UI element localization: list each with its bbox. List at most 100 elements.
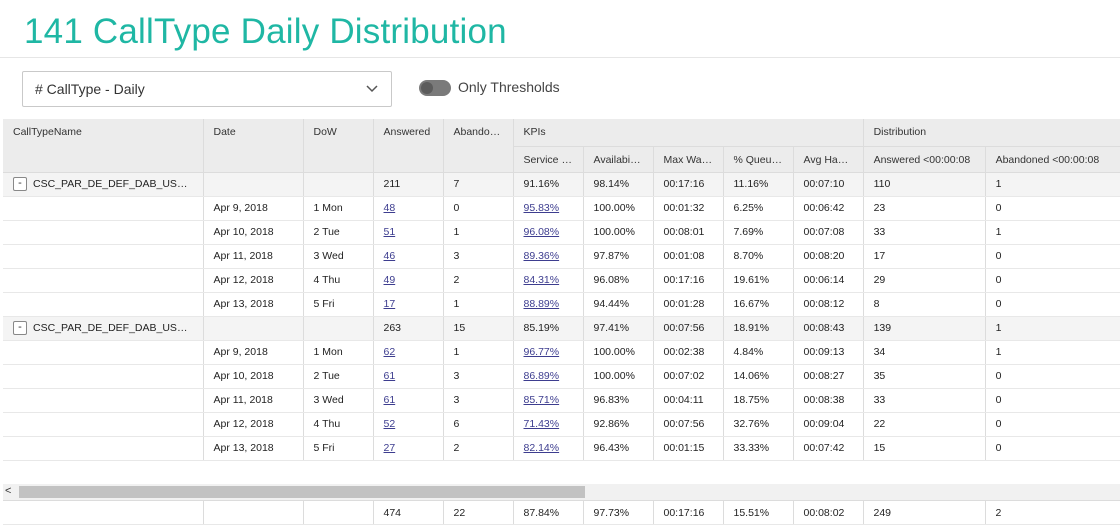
row-availability: 96.08% — [583, 268, 654, 293]
row-service-level-link[interactable]: 88.89% — [524, 298, 560, 310]
chevron-down-icon — [366, 85, 378, 93]
row-service-level: 82.14% — [513, 436, 584, 461]
header-queued[interactable]: % Queued — [723, 146, 794, 173]
row-date: Apr 9, 2018 — [203, 196, 304, 221]
row-service-level-link[interactable]: 95.83% — [524, 202, 560, 214]
header-calltypename[interactable]: CallTypeName — [3, 119, 204, 173]
row-service-level-link[interactable]: 85.71% — [524, 394, 560, 406]
row-max-wait: 00:01:15 — [653, 436, 724, 461]
row-service-level-link[interactable]: 71.43% — [524, 418, 560, 430]
totals-dow — [303, 500, 374, 525]
row-dow: 5 Fri — [303, 436, 374, 461]
header-max-wait[interactable]: Max Wait ... — [653, 146, 724, 173]
row-answered-link[interactable]: 62 — [384, 346, 396, 358]
row-answered-dist: 34 — [863, 340, 986, 365]
row-dow: 5 Fri — [303, 292, 374, 317]
row-max-wait: 00:01:32 — [653, 196, 724, 221]
row-service-level: 88.89% — [513, 292, 584, 317]
group-queued: 18.91% — [723, 316, 794, 341]
row-answered-dist: 15 — [863, 436, 986, 461]
table-row: Apr 11, 2018 3 Wed 61 3 85.71% 96.83% 00:04:11… — [3, 388, 1120, 413]
header-service-level[interactable]: Service Le... — [513, 146, 584, 173]
row-service-level-link[interactable]: 86.89% — [524, 370, 560, 382]
row-avg-handle: 00:08:38 — [793, 388, 864, 413]
totals-abandoned: 22 — [443, 500, 514, 525]
row-queued: 33.33% — [723, 436, 794, 461]
totals-name — [3, 500, 204, 525]
row-answered-dist: 22 — [863, 412, 986, 437]
totals-max-wait: 00:17:16 — [653, 500, 724, 525]
header-answered[interactable]: Answered — [373, 119, 444, 173]
row-avg-handle: 00:07:08 — [793, 220, 864, 245]
group-abandoned: 7 — [443, 172, 514, 197]
header-dow[interactable]: DoW — [303, 119, 374, 173]
group-name-cell: - CSC_PAR_DE_DEF_DAB_US2_SL — [3, 316, 204, 341]
group-abandoned: 15 — [443, 316, 514, 341]
row-abandoned: 3 — [443, 388, 514, 413]
toggle-knob — [421, 82, 433, 94]
row-answered: 49 — [373, 268, 444, 293]
row-answered-link[interactable]: 51 — [384, 226, 396, 238]
title-bar: 141 CallType Daily Distribution — [0, 0, 1120, 58]
header-abandoned[interactable]: Abandoned — [443, 119, 514, 173]
row-service-level-link[interactable]: 89.36% — [524, 250, 560, 262]
row-abandoned: 1 — [443, 292, 514, 317]
group-max-wait: 00:07:56 — [653, 316, 724, 341]
table-row: Apr 13, 2018 5 Fri 27 2 82.14% 96.43% 00:01:15… — [3, 436, 1120, 461]
row-answered-link[interactable]: 48 — [384, 202, 396, 214]
row-name — [3, 292, 204, 317]
horizontal-scrollbar[interactable]: < — [3, 484, 1120, 500]
row-availability: 92.86% — [583, 412, 654, 437]
row-dow: 2 Tue — [303, 220, 374, 245]
group-row: - CSC_PAR_DE_DEF_DAB_US2_SL 263 15 85.19% 97.… — [3, 316, 1120, 341]
row-name — [3, 388, 204, 413]
row-service-level-link[interactable]: 96.08% — [524, 226, 560, 238]
row-name — [3, 268, 204, 293]
row-abandoned-dist: 0 — [985, 388, 1120, 413]
row-service-level-link[interactable]: 82.14% — [524, 442, 560, 454]
row-answered-link[interactable]: 52 — [384, 418, 396, 430]
row-service-level: 96.08% — [513, 220, 584, 245]
row-queued: 6.25% — [723, 196, 794, 221]
row-answered-dist: 33 — [863, 220, 986, 245]
row-answered-link[interactable]: 17 — [384, 298, 396, 310]
row-abandoned-dist: 1 — [985, 340, 1120, 365]
row-abandoned: 3 — [443, 364, 514, 389]
header-availability[interactable]: Availability — [583, 146, 654, 173]
view-select[interactable]: # CallType - Daily — [22, 71, 392, 107]
header-date[interactable]: Date — [203, 119, 304, 173]
header-abandoned-dist[interactable]: Abandoned <00:00:08 — [985, 146, 1120, 173]
row-answered-link[interactable]: 61 — [384, 370, 396, 382]
row-avg-handle: 00:06:42 — [793, 196, 864, 221]
totals-table: 474 22 87.84% 97.73% 00:17:16 15.51% 00:… — [3, 500, 1120, 525]
row-answered-dist: 23 — [863, 196, 986, 221]
row-abandoned-dist: 0 — [985, 244, 1120, 269]
totals-answered: 474 — [373, 500, 444, 525]
row-answered-link[interactable]: 46 — [384, 250, 396, 262]
collapse-icon[interactable]: - — [13, 321, 27, 335]
row-service-level-link[interactable]: 96.77% — [524, 346, 560, 358]
row-availability: 96.43% — [583, 436, 654, 461]
row-abandoned-dist: 0 — [985, 196, 1120, 221]
collapse-icon[interactable]: - — [13, 177, 27, 191]
row-service-level-link[interactable]: 84.31% — [524, 274, 560, 286]
row-queued: 4.84% — [723, 340, 794, 365]
page-title: 141 CallType Daily Distribution — [24, 12, 507, 51]
only-thresholds-toggle[interactable] — [419, 80, 451, 96]
row-answered-link[interactable]: 27 — [384, 442, 396, 454]
grid-empty-space — [3, 470, 1120, 484]
group-abandoned-dist: 1 — [985, 172, 1120, 197]
table-row: Apr 9, 2018 1 Mon 48 0 95.83% 100.00% 00:01:32… — [3, 196, 1120, 221]
row-answered-link[interactable]: 49 — [384, 274, 396, 286]
scrollbar-thumb[interactable] — [19, 486, 585, 498]
row-queued: 19.61% — [723, 268, 794, 293]
row-answered-link[interactable]: 61 — [384, 394, 396, 406]
row-name — [3, 220, 204, 245]
row-avg-handle: 00:08:27 — [793, 364, 864, 389]
table-row: Apr 9, 2018 1 Mon 62 1 96.77% 100.00% 00:02:38… — [3, 340, 1120, 365]
header-avg-handle[interactable]: Avg Handl... — [793, 146, 864, 173]
row-queued: 8.70% — [723, 244, 794, 269]
row-dow: 3 Wed — [303, 388, 374, 413]
header-answered-dist[interactable]: Answered <00:00:08 — [863, 146, 986, 173]
scroll-left-icon[interactable]: < — [5, 485, 11, 497]
